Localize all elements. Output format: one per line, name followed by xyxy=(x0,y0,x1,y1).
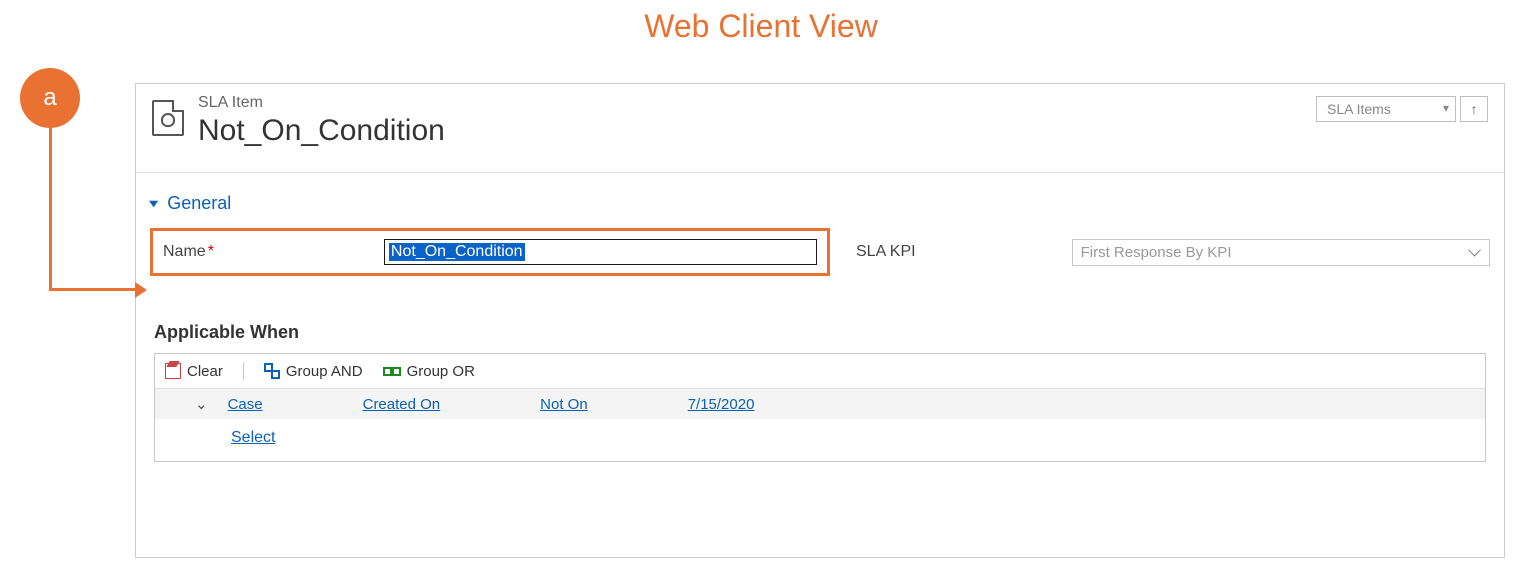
toolbar-divider xyxy=(243,362,244,380)
condition-operator-link[interactable]: Not On xyxy=(540,396,588,413)
group-or-label: Group OR xyxy=(407,363,475,380)
condition-select-row: Select xyxy=(155,419,1485,461)
condition-entity-link[interactable]: Case xyxy=(228,396,263,413)
view-switcher: SLA Items ↑ xyxy=(1316,96,1488,122)
sla-kpi-select[interactable]: First Response By KPI xyxy=(1072,239,1490,266)
navigate-up-button[interactable]: ↑ xyxy=(1460,96,1488,122)
entity-icon xyxy=(152,100,184,136)
clear-button[interactable]: Clear xyxy=(165,363,223,380)
condition-toolbar: Clear Group AND Group OR xyxy=(155,354,1485,388)
condition-body: ⌄ Case Created On Not On 7/15/2020 Selec… xyxy=(155,388,1485,461)
sla-kpi-label: SLA KPI xyxy=(856,243,916,261)
general-section-title: General xyxy=(167,193,231,214)
view-selector-dropdown[interactable]: SLA Items xyxy=(1316,96,1456,122)
name-input-value: Not_On_Condition xyxy=(389,243,525,261)
chevron-down-icon: ⌄ xyxy=(195,396,208,413)
select-link[interactable]: Select xyxy=(231,429,275,446)
condition-attribute-link[interactable]: Created On xyxy=(363,396,441,413)
group-and-label: Group AND xyxy=(286,363,363,380)
condition-row: ⌄ Case Created On Not On 7/15/2020 xyxy=(155,389,1485,419)
general-fields-row: Name* Not_On_Condition SLA KPI First Res… xyxy=(136,222,1504,282)
group-and-icon xyxy=(264,363,280,379)
general-section-header[interactable]: ▶ General xyxy=(136,173,1504,222)
required-indicator-icon: * xyxy=(208,243,214,260)
clear-label: Clear xyxy=(187,363,223,380)
condition-value-link[interactable]: 7/15/2020 xyxy=(688,396,755,413)
annotation-arrowhead-icon xyxy=(135,282,147,298)
form-panel: SLA Item Not_On_Condition SLA Items ↑ ▶ … xyxy=(135,83,1505,558)
condition-builder: Clear Group AND Group OR ⌄ Case Created … xyxy=(154,353,1486,462)
page-heading: Web Client View xyxy=(0,8,1522,45)
group-or-button[interactable]: Group OR xyxy=(383,363,475,380)
name-field-label: Name* xyxy=(163,243,214,261)
collapse-caret-icon: ▶ xyxy=(148,200,162,206)
form-header: SLA Item Not_On_Condition SLA Items ↑ xyxy=(136,84,1504,173)
annotation-connector-horizontal xyxy=(49,288,139,291)
record-title: Not_On_Condition xyxy=(198,114,445,148)
group-and-button[interactable]: Group AND xyxy=(264,363,363,380)
arrow-up-icon: ↑ xyxy=(1471,101,1478,117)
name-input[interactable]: Not_On_Condition xyxy=(384,239,817,265)
annotation-connector-vertical xyxy=(49,128,52,290)
row-expand-button[interactable]: ⌄ xyxy=(195,395,208,413)
name-field-highlight: Name* Not_On_Condition xyxy=(150,228,830,276)
clear-icon xyxy=(165,363,181,379)
group-or-icon xyxy=(383,363,401,379)
applicable-when-title: Applicable When xyxy=(136,282,1504,353)
entity-type-label: SLA Item xyxy=(198,94,445,112)
annotation-badge-a: a xyxy=(20,68,80,128)
